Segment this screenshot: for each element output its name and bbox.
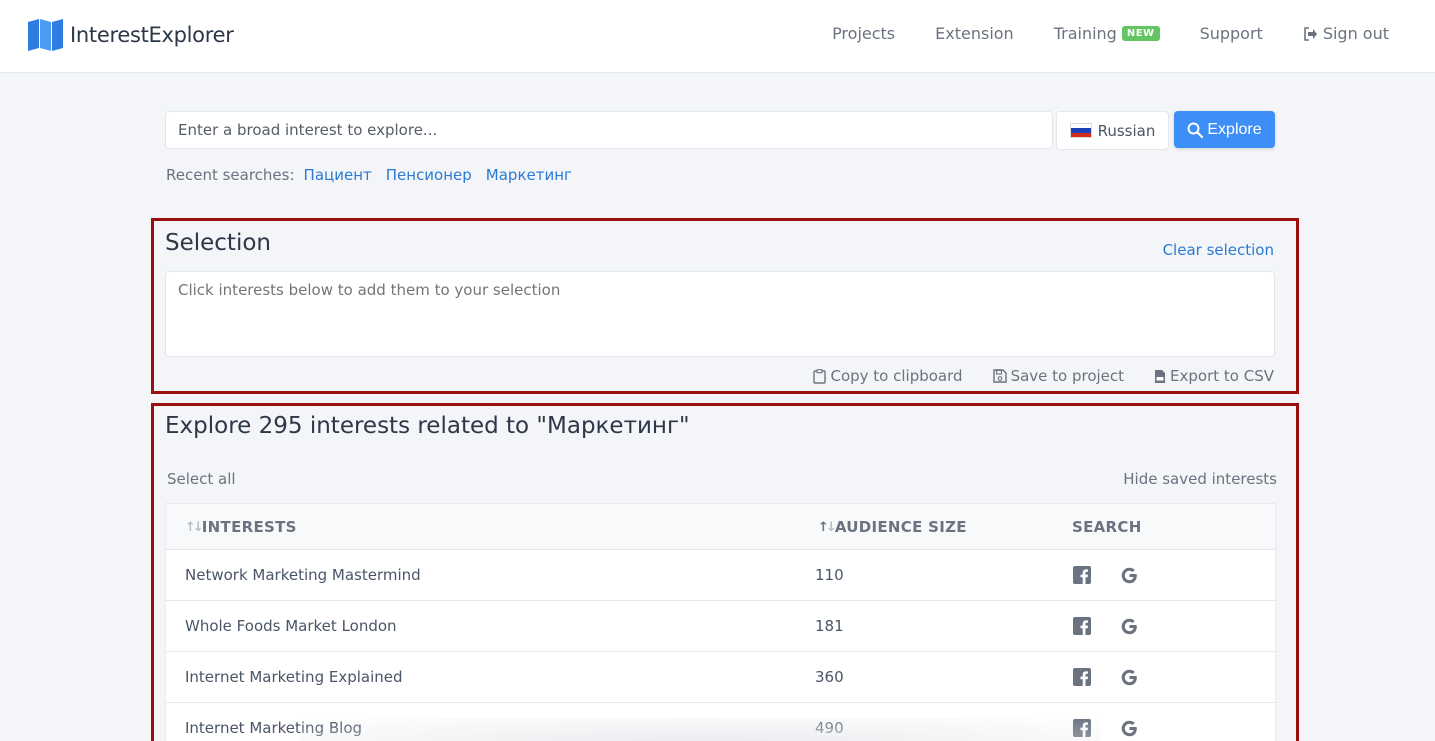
- nav-signout-label: Sign out: [1322, 24, 1389, 43]
- recent-searches: Recent searches: Пациент Пенсионер Марке…: [166, 166, 572, 184]
- recent-search-link[interactable]: Пациент: [304, 166, 372, 184]
- nav-training[interactable]: Training NEW: [1054, 24, 1160, 43]
- facebook-icon[interactable]: [1073, 566, 1091, 584]
- table-header: ↑↓ INTERESTS ↑↓ AUDIENCE SIZE SEARCH: [166, 504, 1275, 550]
- language-label: Russian: [1097, 121, 1156, 140]
- explore-button-label: Explore: [1207, 120, 1262, 138]
- interest-name: Whole Foods Market London: [185, 617, 397, 635]
- save-label: Save to project: [1010, 367, 1125, 385]
- audience-size: 360: [815, 668, 844, 686]
- export-csv-button[interactable]: Export to CSV: [1154, 367, 1274, 385]
- nav-training-label: Training: [1053, 24, 1117, 43]
- interest-search-input[interactable]: [165, 111, 1053, 149]
- brand-logo[interactable]: InterestExplorer: [28, 19, 234, 51]
- interest-name: Network Marketing Mastermind: [185, 566, 421, 584]
- nav-support[interactable]: Support: [1200, 24, 1263, 43]
- new-badge: NEW: [1121, 26, 1160, 41]
- interest-name: Internet Marketing Explained: [185, 668, 403, 686]
- selection-title: Selection: [165, 230, 271, 256]
- search-column-header: SEARCH: [1072, 518, 1142, 536]
- sign-out-icon: [1304, 26, 1317, 41]
- sort-icon: ↑↓: [818, 519, 837, 535]
- search-column-label: SEARCH: [1072, 518, 1142, 536]
- google-icon[interactable]: [1120, 719, 1139, 738]
- nav-signout[interactable]: Sign out: [1303, 24, 1389, 43]
- top-navbar: InterestExplorer Projects Extension Trai…: [0, 0, 1435, 73]
- csv-file-icon: [1155, 369, 1166, 383]
- sort-by-interest-header[interactable]: ↑↓ INTERESTS: [185, 518, 297, 536]
- bottom-shadow: [300, 718, 1100, 741]
- main-nav: Projects Extension Training NEW Support …: [792, 24, 1389, 43]
- language-select[interactable]: Russian: [1056, 111, 1169, 150]
- copy-label: Copy to clipboard: [830, 367, 963, 385]
- audience-size: 181: [815, 617, 844, 635]
- russia-flag-icon: [1069, 123, 1092, 138]
- selection-actions: Copy to clipboard Save to project Export…: [783, 367, 1274, 385]
- sort-icon: ↑↓: [185, 519, 204, 535]
- google-icon[interactable]: [1120, 566, 1139, 585]
- nav-projects[interactable]: Projects: [832, 24, 895, 43]
- table-row[interactable]: Network Marketing Mastermind 110: [166, 550, 1275, 601]
- selection-textarea[interactable]: [165, 271, 1275, 357]
- clipboard-icon: [813, 368, 827, 384]
- copy-to-clipboard-button[interactable]: Copy to clipboard: [813, 367, 963, 385]
- recent-search-link[interactable]: Маркетинг: [486, 166, 572, 184]
- audience-size: 110: [815, 566, 844, 584]
- facebook-icon[interactable]: [1073, 617, 1091, 635]
- google-icon[interactable]: [1120, 617, 1139, 636]
- facebook-icon[interactable]: [1073, 668, 1091, 686]
- select-all-link[interactable]: Select all: [167, 470, 236, 488]
- table-row[interactable]: Whole Foods Market London 181: [166, 601, 1275, 652]
- save-to-project-button[interactable]: Save to project: [992, 367, 1125, 385]
- sort-by-audience-header[interactable]: ↑↓ AUDIENCE SIZE: [818, 518, 967, 536]
- table-row[interactable]: Internet Marketing Explained 360: [166, 652, 1275, 703]
- map-logo-icon: [28, 19, 63, 51]
- brand-name: InterestExplorer: [70, 23, 234, 47]
- audience-column-label: AUDIENCE SIZE: [834, 518, 967, 536]
- explore-results-panel: Explore 295 interests related to "Маркет…: [151, 403, 1299, 741]
- results-title: Explore 295 interests related to "Маркет…: [165, 413, 690, 439]
- clear-selection-link[interactable]: Clear selection: [1163, 241, 1274, 259]
- explore-button[interactable]: Explore: [1174, 111, 1275, 148]
- hide-saved-interests-link[interactable]: Hide saved interests: [1123, 470, 1277, 488]
- interests-column-label: INTERESTS: [201, 518, 297, 536]
- interests-table: ↑↓ INTERESTS ↑↓ AUDIENCE SIZE SEARCH Net…: [165, 503, 1276, 741]
- google-icon[interactable]: [1120, 668, 1139, 687]
- nav-extension[interactable]: Extension: [935, 24, 1014, 43]
- selection-panel: Selection Clear selection Copy to clipbo…: [151, 218, 1299, 394]
- recent-search-link[interactable]: Пенсионер: [386, 166, 472, 184]
- search-icon: [1187, 122, 1204, 138]
- save-icon: [992, 369, 1007, 383]
- export-label: Export to CSV: [1170, 367, 1274, 385]
- recent-searches-label: Recent searches:: [166, 166, 295, 184]
